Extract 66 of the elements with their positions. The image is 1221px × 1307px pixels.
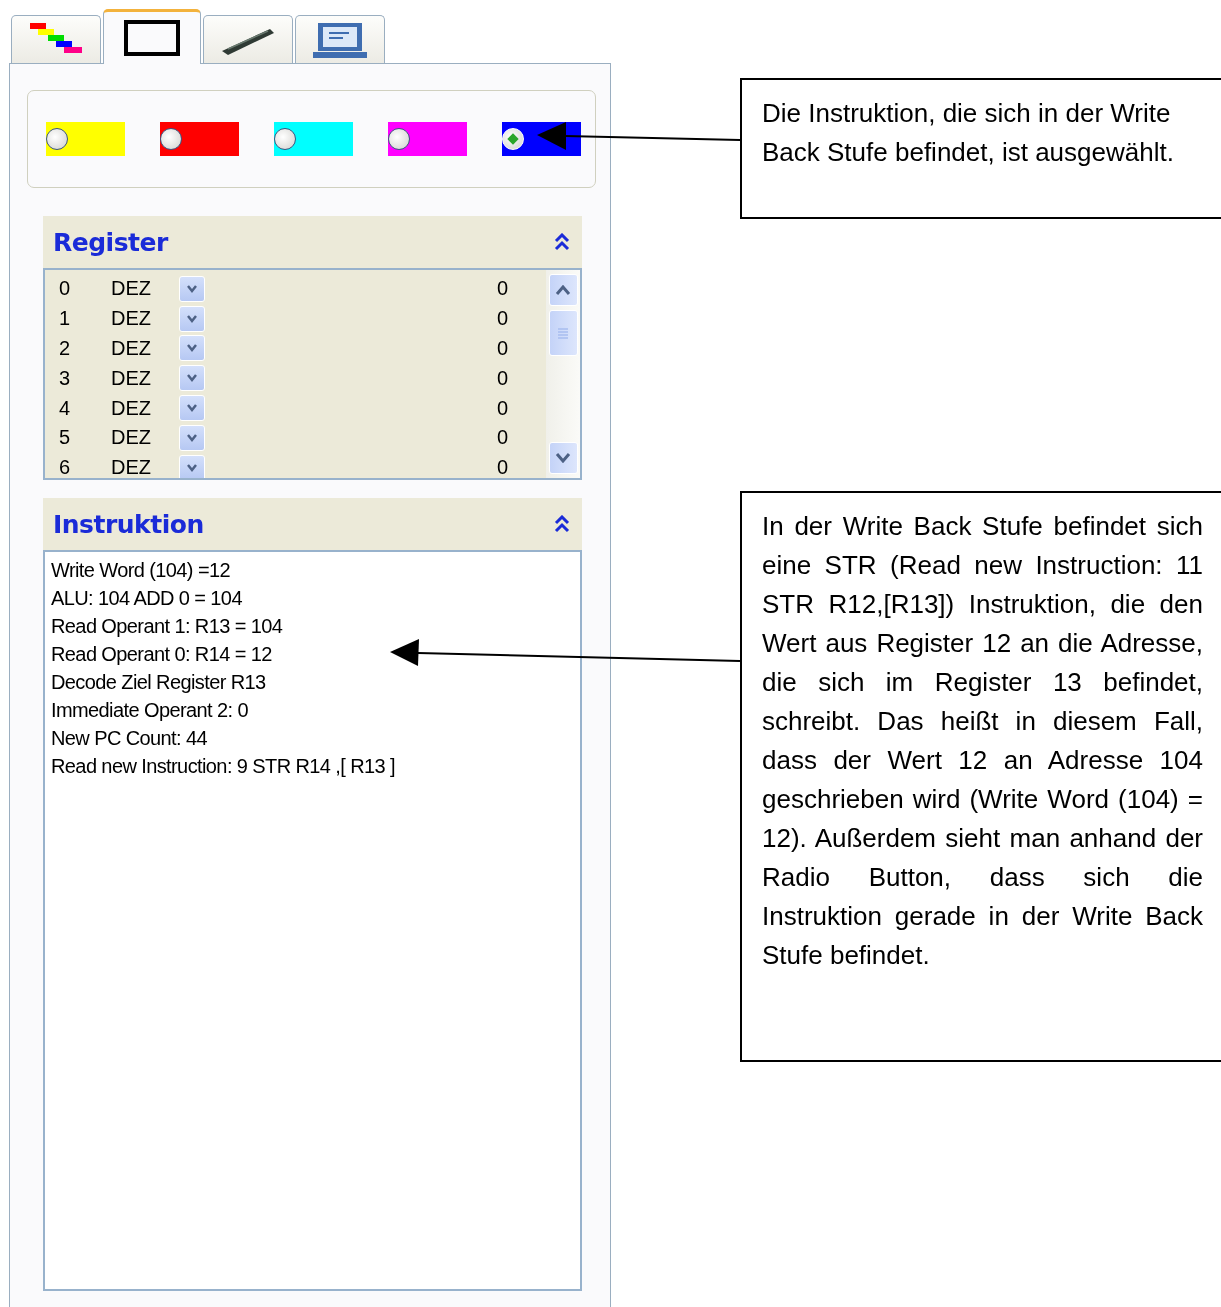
register-index: 0 [58, 277, 72, 301]
register-format: DEZ [110, 366, 152, 390]
radio-button[interactable] [274, 128, 296, 150]
scroll-thumb[interactable] [548, 310, 578, 356]
collapse-icon[interactable] [554, 515, 570, 533]
register-format: DEZ [110, 277, 152, 301]
log-line: ALU: 104 ADD 0 = 104 [51, 586, 242, 611]
dropdown-button[interactable] [179, 305, 205, 332]
register-index: 1 [58, 307, 72, 331]
caret-icon [186, 344, 198, 353]
section-title: Register [53, 227, 168, 257]
section-header[interactable]: Instruktion [43, 498, 582, 550]
log-line: Read Operant 0: R14 = 12 [51, 642, 272, 667]
radio-button[interactable] [160, 128, 182, 150]
register-index: 3 [58, 366, 72, 390]
scroll-up-button[interactable] [548, 274, 578, 306]
caret-icon [555, 285, 571, 295]
log-line: Immediate Operant 2: 0 [51, 698, 248, 723]
callout-text: Die Instruktion, die sich in der Write Back Stufe befindet, ist ausgewählt. [762, 97, 1175, 169]
dropdown-button[interactable] [179, 275, 205, 302]
register-index: 4 [58, 396, 72, 420]
radio-button[interactable] [388, 128, 410, 150]
rectangle-icon [124, 20, 180, 56]
tab[interactable] [203, 15, 293, 63]
caret-icon [186, 314, 198, 323]
register-index: 6 [58, 456, 72, 478]
caret-icon [186, 374, 198, 383]
dropdown-button[interactable] [179, 454, 205, 478]
register-format: DEZ [110, 426, 152, 450]
register-format: DEZ [110, 456, 152, 478]
register-value: 0 [496, 396, 508, 420]
scroll-down-button[interactable] [548, 442, 578, 474]
log-line: Read Operant 1: R13 = 104 [51, 614, 283, 639]
register-format: DEZ [110, 337, 152, 360]
caret-icon [186, 404, 198, 413]
register-value: 0 [496, 277, 508, 301]
log-line: New PC Count: 44 [51, 726, 208, 751]
callout-text: In der Write Back Stufe befindet sich eine STR (Read new Instruction: 11 STR R12,[R13]) Instruktion, die den Wert aus Register 12 an die Adresse, die sich im Register 13 befindet, schreibt. Das heißt in diesem Fall, dass der Wert 12 an Adresse 104 geschrieben wird (Write Word (104) = 12). Außerdem sieht man anhand der Radio Button, dass sich die Instruktion gerade in der Write Back Stufe befindet. [762, 510, 1203, 972]
radio-button[interactable] [46, 128, 68, 150]
dropdown-button[interactable] [179, 424, 205, 451]
register-format: DEZ [110, 396, 152, 420]
register-index: 2 [58, 337, 72, 360]
caret-icon [555, 453, 571, 463]
register-index: 5 [58, 426, 72, 450]
register-value: 0 [496, 426, 508, 450]
dropdown-button[interactable] [179, 335, 205, 362]
caret-icon [186, 463, 198, 472]
tab[interactable] [103, 9, 201, 64]
tab[interactable] [11, 15, 101, 63]
monitor-icon [313, 20, 367, 59]
caret-icon [186, 433, 198, 442]
dropdown-button[interactable] [179, 365, 205, 392]
register-value: 0 [496, 366, 508, 390]
register-value: 0 [496, 337, 508, 360]
register-value: 0 [496, 456, 508, 478]
register-format: DEZ [110, 307, 152, 331]
section-header[interactable]: Register [43, 216, 582, 268]
log-line: Write Word (104) =12 [51, 558, 230, 583]
caret-icon [186, 284, 198, 293]
dropdown-button[interactable] [179, 395, 205, 422]
collapse-icon[interactable] [554, 233, 570, 251]
log-line: Decode Ziel Register R13 [51, 670, 266, 695]
scrollbar[interactable] [546, 270, 580, 478]
register-value: 0 [496, 307, 508, 331]
section-title: Instruktion [53, 509, 204, 539]
log-line: Read new Instruction: 9 STR R14 ,[ R13 ] [51, 754, 395, 779]
